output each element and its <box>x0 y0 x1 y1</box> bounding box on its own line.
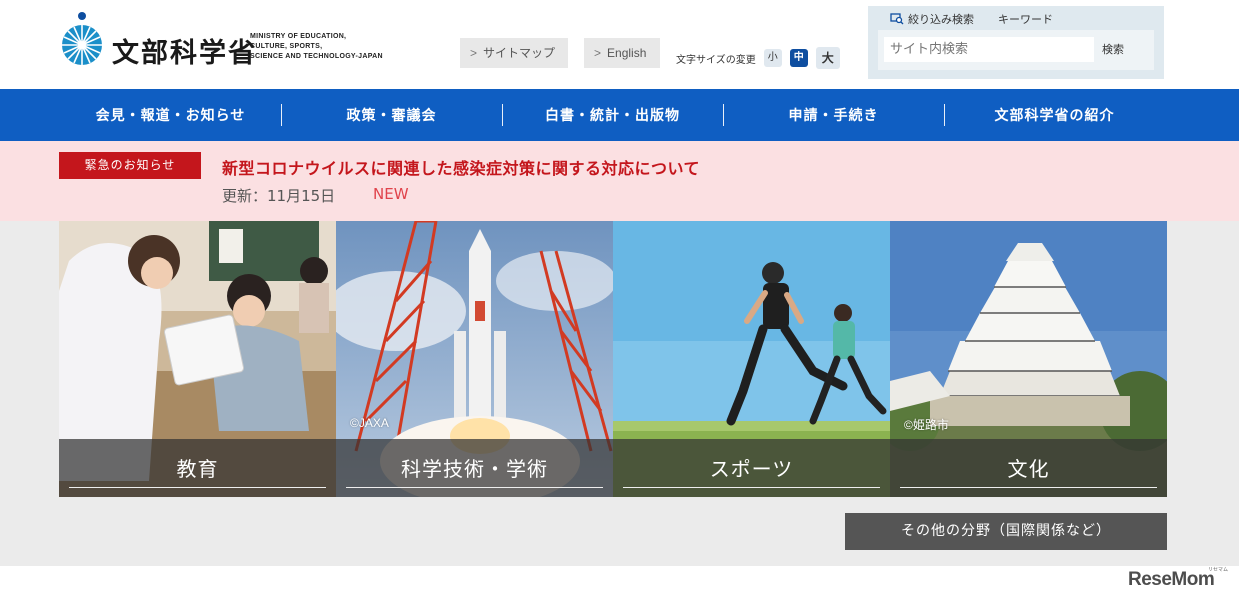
filter-search-label: 絞り込み検索 <box>908 13 974 26</box>
photo-credit: ©姫路市 <box>904 418 949 432</box>
site-header: 文部科学省 MINISTRY OF EDUCATION, CULTURE, SP… <box>0 0 1239 89</box>
filter-search-icon <box>890 13 904 25</box>
global-nav: 会見・報道・お知らせ 政策・審議会 白書・統計・出版物 申請・手続き 文部科学省… <box>0 89 1239 141</box>
field-tiles-area: 教育 ©JAXA 科学技術・学術 スポーツ ©姫路市 文化 その他の分野（国際関… <box>0 221 1239 566</box>
photo-credit: ©JAXA <box>350 416 389 430</box>
font-size-large-button[interactable]: 大 <box>815 47 840 69</box>
english-label: English <box>607 46 647 60</box>
search-form: 検索 <box>878 30 1154 70</box>
font-size-control: 文字サイズの変更 小 中 大 <box>676 47 848 69</box>
tile-label: 文化 <box>1007 457 1050 481</box>
tile-sports[interactable]: スポーツ <box>613 221 890 497</box>
tab-keyword[interactable]: キーワード <box>998 11 1053 27</box>
nav-item-label: 申請・手続き <box>788 108 879 124</box>
tile-caption: 科学技術・学術 <box>336 439 613 497</box>
tile-label: 教育 <box>176 457 219 481</box>
font-size-medium-button[interactable]: 中 <box>789 49 808 67</box>
nav-item-label: 文部科学省の紹介 <box>994 108 1115 124</box>
chevron-right-icon: > <box>594 46 602 60</box>
updated-date: 更新：11月15日 <box>222 187 336 205</box>
sitemap-button[interactable]: > サイトマップ <box>460 38 568 68</box>
search-tabs: 絞り込み検索 キーワード <box>890 11 1077 27</box>
resemom-watermark-kana: リセマム <box>1208 567 1229 573</box>
search-input[interactable] <box>884 37 1094 62</box>
keyword-label: キーワード <box>998 13 1053 26</box>
tile-culture[interactable]: ©姫路市 文化 <box>890 221 1167 497</box>
divider <box>346 487 603 488</box>
nav-item-applications[interactable]: 申請・手続き <box>723 89 944 141</box>
tile-caption: 文化 <box>890 439 1167 497</box>
tile-label: スポーツ <box>709 457 794 481</box>
font-size-small-button[interactable]: 小 <box>763 49 782 67</box>
nav-item-policy[interactable]: 政策・審議会 <box>281 89 502 141</box>
nav-item-press[interactable]: 会見・報道・お知らせ <box>60 89 281 141</box>
other-fields-button[interactable]: その他の分野（国際関係など） <box>845 513 1167 550</box>
nav-item-publications[interactable]: 白書・統計・出版物 <box>502 89 723 141</box>
logo-en-line: SCIENCE AND TECHNOLOGY-JAPAN <box>250 53 383 60</box>
sitemap-label: サイトマップ <box>483 46 556 60</box>
tile-label: 科学技術・学術 <box>401 457 548 481</box>
font-size-label: 文字サイズの変更 <box>676 54 756 66</box>
new-badge: NEW <box>373 185 409 203</box>
tile-science-technology[interactable]: ©JAXA 科学技術・学術 <box>336 221 613 497</box>
emergency-notice: 緊急のお知らせ 新型コロナウイルスに関連した感染症対策に関する対応について 更新… <box>0 141 1239 221</box>
divider <box>900 487 1157 488</box>
search-button[interactable]: 検索 <box>1102 37 1124 62</box>
tile-education[interactable]: 教育 <box>59 221 336 497</box>
english-button[interactable]: > English <box>584 38 660 68</box>
divider <box>623 487 880 488</box>
emergency-badge: 緊急のお知らせ <box>59 152 201 179</box>
tab-filter-search[interactable]: 絞り込み検索 <box>890 11 974 27</box>
site-logo[interactable]: 文部科学省 MINISTRY OF EDUCATION, CULTURE, SP… <box>60 11 390 71</box>
divider <box>69 487 326 488</box>
chevron-right-icon: > <box>470 46 478 60</box>
tile-caption: スポーツ <box>613 439 890 497</box>
tile-caption: 教育 <box>59 439 336 497</box>
logo-text-en: MINISTRY OF EDUCATION, CULTURE, SPORTS, … <box>250 32 383 62</box>
emergency-link[interactable]: 新型コロナウイルスに関連した感染症対策に関する対応について <box>222 155 700 179</box>
logo-en-line: MINISTRY OF EDUCATION, <box>250 33 347 40</box>
nav-item-about[interactable]: 文部科学省の紹介 <box>944 89 1165 141</box>
logo-en-line: CULTURE, SPORTS, <box>250 43 323 50</box>
nav-item-label: 白書・統計・出版物 <box>545 108 680 124</box>
nav-item-label: 会見・報道・お知らせ <box>95 108 246 124</box>
resemom-watermark: ReseMom <box>1128 569 1215 590</box>
nav-item-label: 政策・審議会 <box>346 108 437 124</box>
search-panel: 絞り込み検索 キーワード 検索 <box>868 6 1164 79</box>
logo-text-jp: 文部科学省 <box>112 38 257 69</box>
mext-emblem-icon <box>62 12 102 65</box>
footer-strip <box>0 566 1239 603</box>
